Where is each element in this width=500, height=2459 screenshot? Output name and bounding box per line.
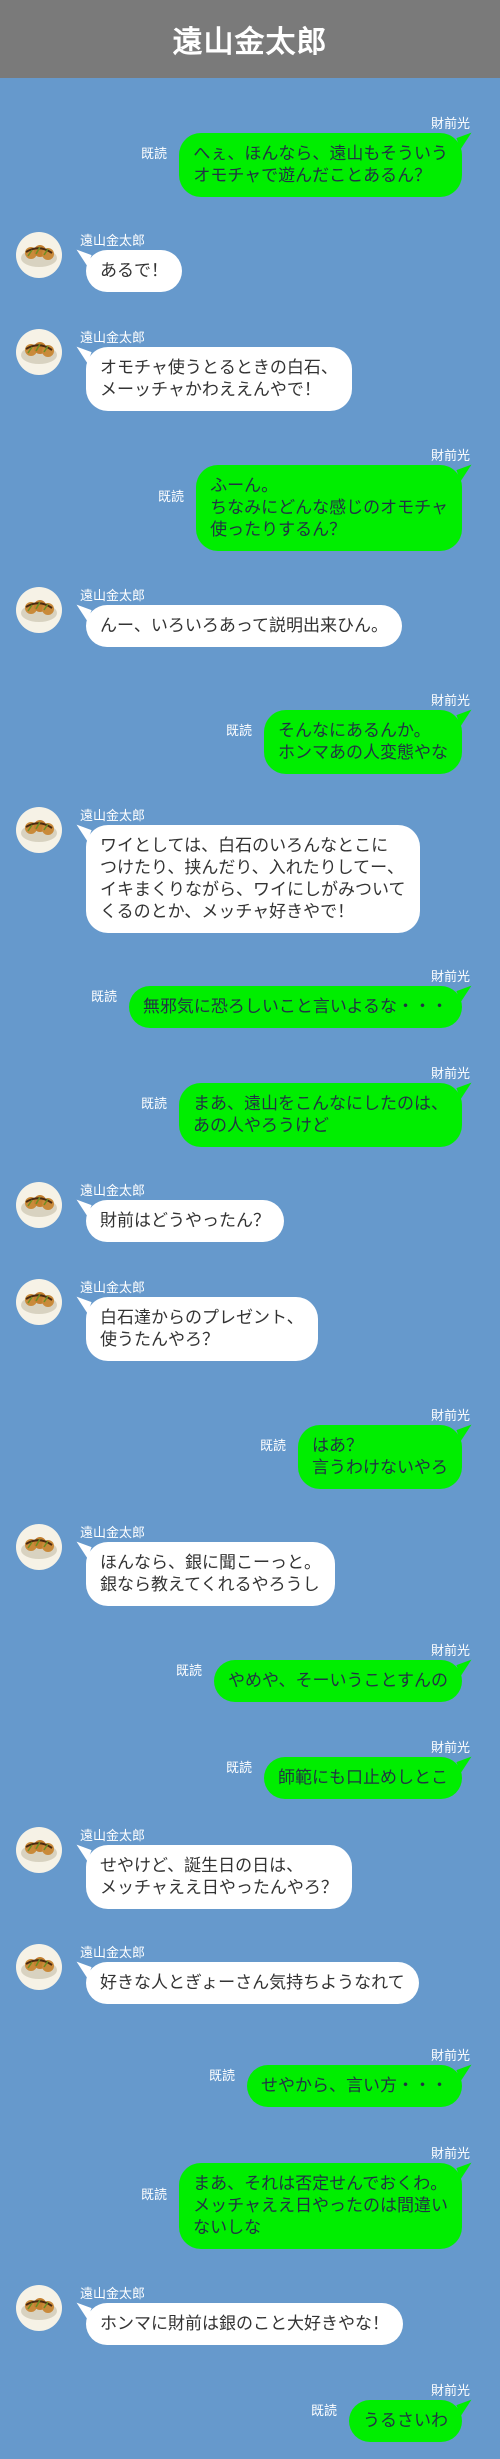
sender-name: 遠山金太郎 — [80, 809, 146, 824]
chat-header: 遠山金太郎 — [0, 0, 500, 78]
read-receipt: 既読 — [90, 990, 117, 1005]
message-bubble[interactable]: あるで！ — [86, 250, 182, 292]
sender-name: 財前光 — [430, 2049, 470, 2064]
message-bubble[interactable]: やめや、そーいうことすんの — [214, 1660, 462, 1702]
read-receipt: 既読 — [225, 724, 252, 739]
read-receipt: 既読 — [259, 1439, 286, 1454]
sender-name: 財前光 — [430, 1741, 470, 1756]
sender-name: 財前光 — [430, 449, 470, 464]
read-receipt: 既読 — [208, 2069, 235, 2084]
read-receipt: 既読 — [140, 2188, 167, 2203]
sender-name: 遠山金太郎 — [80, 1281, 146, 1296]
message-bubble[interactable]: ふーん。 ちなみにどんな感じのオモチャ 使ったりするん？ — [196, 465, 462, 551]
message-bubble[interactable]: そんなにあるんか。 ホンマあの人変態やな — [264, 710, 462, 774]
takoyaki-icon[interactable] — [16, 1524, 62, 1570]
sender-name: 遠山金太郎 — [80, 1829, 146, 1844]
read-receipt: 既読 — [175, 1664, 202, 1679]
read-receipt: 既読 — [140, 147, 167, 162]
message-bubble[interactable]: んー、いろいろあって説明出来ひん。 — [86, 605, 402, 647]
sender-name: 遠山金太郎 — [80, 1526, 146, 1541]
read-receipt: 既読 — [140, 1097, 167, 1112]
message-bubble[interactable]: まあ、遠山をこんなにしたのは、 あの人やろうけど — [179, 1083, 462, 1147]
sender-name: 遠山金太郎 — [80, 589, 146, 604]
message-bubble[interactable]: うるさいわ — [349, 2400, 462, 2442]
read-receipt: 既読 — [310, 2404, 337, 2419]
read-receipt: 既読 — [157, 490, 184, 505]
takoyaki-icon[interactable] — [16, 2285, 62, 2331]
message-bubble[interactable]: 財前はどうやったん？ — [86, 1200, 284, 1242]
message-bubble[interactable]: オモチャ使うとるときの白石、 メーッチャかわええんやで！ — [86, 347, 352, 411]
sender-name: 財前光 — [430, 2384, 470, 2399]
sender-name: 財前光 — [430, 117, 470, 132]
message-bubble[interactable]: 師範にも口止めしとこ — [264, 1757, 462, 1799]
chat-title: 遠山金太郎 — [172, 25, 328, 60]
sender-name: 財前光 — [430, 1067, 470, 1082]
message-bubble[interactable]: はあ？ 言うわけないやろ — [298, 1425, 462, 1489]
sender-name: 財前光 — [430, 1409, 470, 1424]
message-bubble[interactable]: 好きな人とぎょーさん気持ちようなれて — [86, 1962, 419, 2004]
sender-name: 遠山金太郎 — [80, 1946, 146, 1961]
takoyaki-icon[interactable] — [16, 1827, 62, 1873]
sender-name: 財前光 — [430, 2147, 470, 2162]
read-receipt: 既読 — [225, 1761, 252, 1776]
takoyaki-icon[interactable] — [16, 1279, 62, 1325]
sender-name: 財前光 — [430, 1644, 470, 1659]
takoyaki-icon[interactable] — [16, 329, 62, 375]
takoyaki-icon[interactable] — [16, 807, 62, 853]
sender-name: 財前光 — [430, 694, 470, 709]
message-bubble[interactable]: 無邪気に恐ろしいこと言いよるな・・・ — [128, 986, 462, 1028]
message-bubble[interactable]: まあ、それは否定せんでおくわ。 メッチャええ日やったのは間違い ないしな — [179, 2163, 462, 2249]
takoyaki-icon[interactable] — [16, 232, 62, 278]
sender-name: 遠山金太郎 — [80, 234, 146, 249]
message-bubble[interactable]: へぇ、ほんなら、遠山もそういう オモチャで遊んだことあるん？ — [179, 133, 462, 197]
sender-name: 遠山金太郎 — [80, 331, 146, 346]
sender-name: 遠山金太郎 — [80, 1184, 146, 1199]
takoyaki-icon[interactable] — [16, 1944, 62, 1990]
sender-name: 財前光 — [430, 970, 470, 985]
message-bubble[interactable]: せやけど、誕生日の日は、 メッチャええ日やったんやろ？ — [86, 1845, 352, 1909]
message-bubble[interactable]: ほんなら、銀に聞こーっと。 銀なら教えてくれるやろうし — [86, 1542, 335, 1606]
message-bubble[interactable]: 白石達からのプレゼント、 使うたんやろ？ — [86, 1297, 318, 1361]
sender-name: 遠山金太郎 — [80, 2287, 146, 2302]
takoyaki-icon[interactable] — [16, 587, 62, 633]
message-bubble[interactable]: ホンマに財前は銀のこと大好きやな！ — [86, 2303, 403, 2345]
message-bubble[interactable]: せやから、言い方・・・ — [247, 2065, 462, 2107]
message-bubble[interactable]: ワイとしては、白石のいろんなとこに つけたり、挟んだり、入れたりしてー、 イキま… — [86, 825, 420, 933]
takoyaki-icon[interactable] — [16, 1182, 62, 1228]
